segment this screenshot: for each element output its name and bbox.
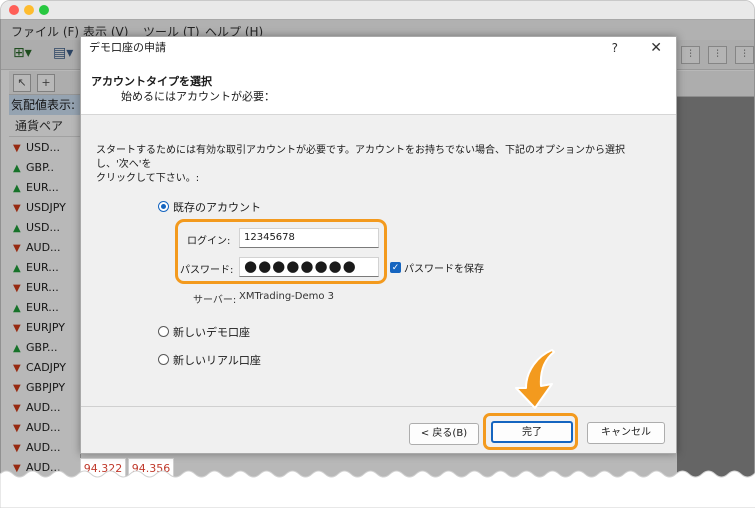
server-value: XMTrading-Demo 3 <box>239 291 335 302</box>
existing-account-label[interactable]: 既存のアカウント <box>173 199 261 215</box>
new-real-label[interactable]: 新しいリアル口座 <box>173 352 261 368</box>
server-label: サーバー: <box>193 295 237 306</box>
header-title: アカウントタイプを選択 <box>91 75 212 88</box>
instruction-line-1: スタートするためには有効な取引アカウントが必要です。アカウントをお持ちでない場合… <box>96 145 625 170</box>
instruction-line-2: クリックして下さい。: <box>96 173 200 184</box>
instruction-text: スタートするためには有効な取引アカウントが必要です。アカウントをお持ちでない場合… <box>96 144 656 186</box>
zoom-window-icon[interactable] <box>39 5 49 15</box>
new-demo-radio[interactable] <box>158 326 169 337</box>
minimize-window-icon[interactable] <box>24 5 34 15</box>
header-subtitle: 始めるにはアカウントが必要： <box>121 90 275 103</box>
credentials-highlight: ログイン: 12345678 パスワード: ●●●●●●●● <box>175 219 387 284</box>
cancel-button[interactable]: キャンセル <box>587 422 665 444</box>
close-window-icon[interactable] <box>9 5 19 15</box>
wavy-cut-edge <box>0 470 755 508</box>
window-titlebar <box>1 1 754 20</box>
password-input[interactable]: ●●●●●●●● <box>239 257 379 277</box>
existing-account-radio[interactable] <box>158 201 169 212</box>
save-password-checkbox[interactable]: ✓ <box>390 262 401 273</box>
new-demo-label[interactable]: 新しいデモ口座 <box>173 324 250 340</box>
password-label: パスワード: <box>180 265 234 276</box>
login-label: ログイン: <box>187 236 231 247</box>
close-icon[interactable]: ✕ <box>650 37 662 59</box>
footer-separator <box>81 406 676 407</box>
screenshot-stage: ファイル (F) 表示 (V) ツール (T) ヘルプ (H) ⊞▾ ▤▾ ⫶ … <box>0 0 755 508</box>
login-input[interactable]: 12345678 <box>239 228 379 248</box>
demo-account-dialog: デモ口座の申請 ? ✕ アカウントタイプを選択 始めるにはアカウントが必要： ス… <box>80 36 677 454</box>
finish-button[interactable]: 完了 <box>491 421 573 443</box>
dialog-titlebar: デモ口座の申請 ? ✕ <box>81 37 676 59</box>
dialog-title: デモ口座の申請 <box>89 41 166 54</box>
dialog-header: アカウントタイプを選択 始めるにはアカウントが必要： <box>81 59 676 115</box>
new-real-radio[interactable] <box>158 354 169 365</box>
save-password-label[interactable]: パスワードを保存 <box>404 260 484 275</box>
pointer-arrow-icon <box>515 349 555 409</box>
back-button[interactable]: < 戻る(B) <box>409 423 479 445</box>
help-icon[interactable]: ? <box>612 37 618 59</box>
